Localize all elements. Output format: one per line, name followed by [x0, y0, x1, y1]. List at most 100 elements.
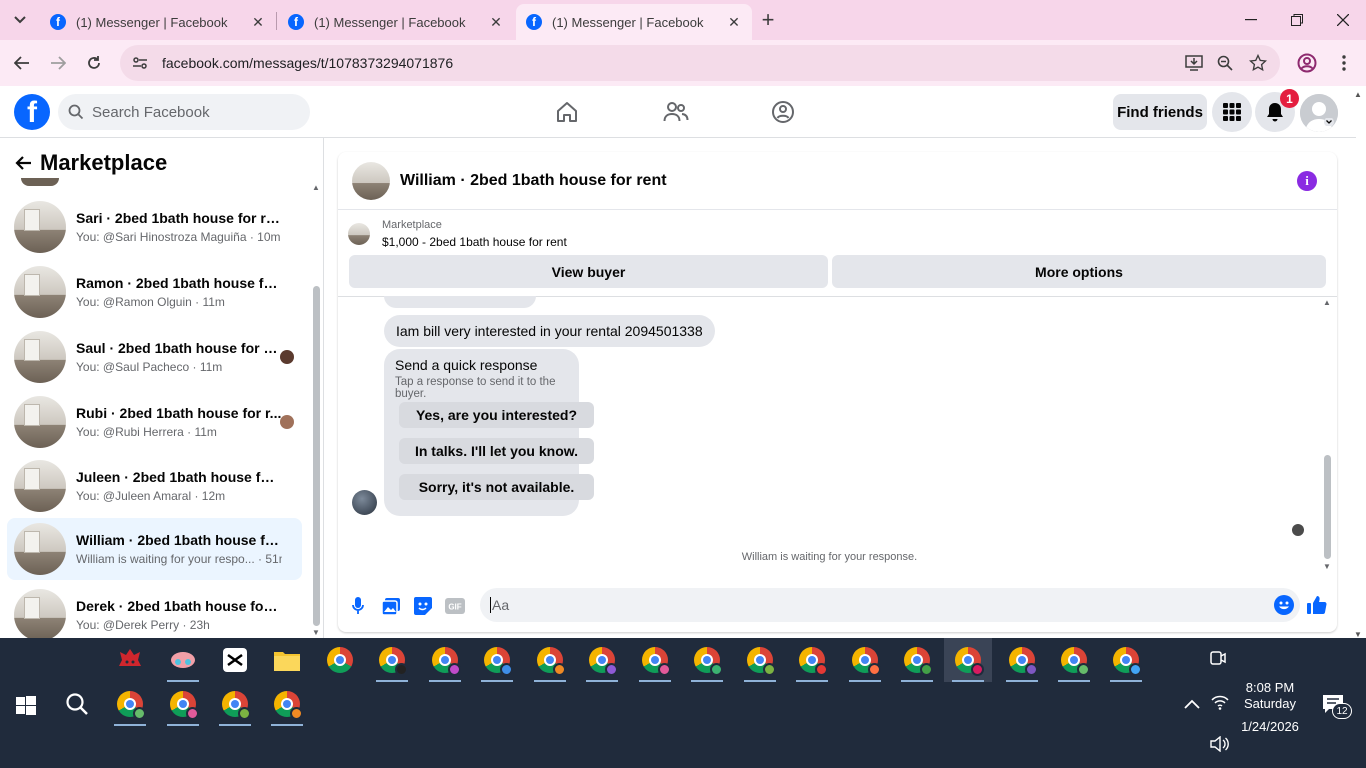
taskbar-chrome-profile[interactable] [683, 638, 731, 682]
taskbar-chrome-profile[interactable] [788, 638, 836, 682]
taskbar-search-button[interactable] [53, 682, 101, 726]
sender-avatar[interactable] [352, 490, 377, 515]
taskbar-chrome-profile[interactable] [421, 638, 469, 682]
browser-tab-3-active[interactable]: f (1) Messenger | Facebook ✕ [516, 4, 752, 40]
taskbar-chrome-profile-active[interactable] [944, 638, 992, 682]
volume-icon[interactable] [1210, 735, 1230, 757]
chrome-menu-button[interactable] [1332, 51, 1356, 75]
chat-listing-avatar[interactable] [352, 161, 390, 200]
minimize-button[interactable] [1228, 6, 1274, 34]
search-input[interactable] [92, 103, 292, 121]
back-arrow-icon[interactable] [14, 155, 32, 171]
bookmark-star-icon[interactable] [1248, 53, 1268, 73]
taskbar-app-capcut[interactable] [211, 638, 259, 682]
taskbar-chrome-profile[interactable] [106, 682, 154, 726]
taskbar-chrome-profile[interactable] [578, 638, 626, 682]
facebook-logo-icon[interactable]: f [14, 94, 50, 130]
zoom-icon[interactable] [1215, 53, 1235, 73]
conversation-item[interactable]: Saul · 2bed 1bath house for re... You: @… [7, 326, 302, 388]
quick-reply-not-available[interactable]: Sorry, it's not available. [399, 474, 594, 500]
close-tab-icon[interactable]: ✕ [250, 14, 266, 30]
scroll-up-arrow[interactable]: ▲ [312, 183, 320, 192]
info-icon[interactable]: i [1297, 171, 1317, 191]
gif-button[interactable]: GIF [445, 596, 465, 616]
taskbar-chrome-profile[interactable] [998, 638, 1046, 682]
scrollbar-thumb[interactable] [1324, 455, 1331, 559]
start-button[interactable] [10, 690, 42, 722]
message-input-box[interactable] [480, 588, 1300, 622]
meet-now-icon[interactable] [1208, 648, 1228, 673]
tab-search-dropdown[interactable] [6, 8, 34, 32]
close-tab-icon[interactable]: ✕ [488, 14, 504, 30]
sidebar-scrollbar[interactable]: ▲ ▼ [312, 183, 320, 637]
taskbar-chrome-profile[interactable] [473, 638, 521, 682]
groups-nav[interactable] [769, 98, 797, 126]
taskbar-chrome-profile[interactable] [841, 638, 889, 682]
view-buyer-button[interactable]: View buyer [349, 255, 828, 288]
home-nav[interactable] [553, 98, 581, 126]
taskbar-chrome-profile[interactable] [263, 682, 311, 726]
back-button[interactable] [10, 51, 34, 75]
conversation-item[interactable]: Derek · 2bed 1bath house for rent You: @… [7, 584, 302, 638]
conversation-item[interactable]: Ramon · 2bed 1bath house for r... You: @… [7, 261, 302, 323]
browser-tab-1[interactable]: f (1) Messenger | Facebook ✕ [40, 4, 276, 40]
conversation-item[interactable]: Rubi · 2bed 1bath house for r... You: @R… [7, 391, 302, 453]
scroll-down-arrow[interactable]: ▼ [312, 628, 320, 637]
taskbar-chrome-profile[interactable] [368, 638, 416, 682]
sticker-button[interactable] [413, 596, 433, 616]
find-friends-button[interactable]: Find friends [1113, 94, 1207, 130]
taskbar-chrome-profile[interactable] [631, 638, 679, 682]
scroll-down-arrow[interactable]: ▼ [1323, 562, 1331, 571]
close-window-button[interactable] [1320, 6, 1366, 34]
taskbar-chrome-profile[interactable] [736, 638, 784, 682]
taskbar-chrome-profile[interactable] [1050, 638, 1098, 682]
new-tab-button[interactable]: + [756, 7, 780, 32]
clock-date[interactable]: 1/24/2026 [1236, 719, 1304, 734]
taskbar-chrome-profile[interactable] [526, 638, 574, 682]
quick-reply-interested[interactable]: Yes, are you interested? [399, 402, 594, 428]
close-tab-icon[interactable]: ✕ [726, 14, 742, 30]
scroll-up-arrow[interactable]: ▲ [1323, 298, 1331, 307]
show-hidden-icons-button[interactable] [1184, 696, 1200, 714]
taskbar-app-snipping[interactable] [159, 638, 207, 682]
attach-photo-button[interactable] [381, 596, 401, 616]
notification-center-button[interactable]: 12 [1322, 694, 1352, 720]
address-bar[interactable]: facebook.com/messages/t/1078373294071876 [120, 45, 1280, 81]
clock-day[interactable]: Saturday [1236, 696, 1304, 711]
clock-time[interactable]: 8:08 PM [1236, 680, 1304, 695]
forward-button[interactable] [46, 51, 70, 75]
conversation-item-selected[interactable]: William · 2bed 1bath house for r... Will… [7, 518, 302, 580]
taskbar-app-file-explorer[interactable] [263, 638, 311, 682]
chat-scrollbar[interactable]: ▲ ▼ [1322, 298, 1332, 572]
message-input[interactable] [490, 597, 1250, 613]
install-app-icon[interactable] [1184, 53, 1204, 73]
facebook-search[interactable] [58, 94, 310, 130]
reload-button[interactable] [82, 51, 106, 75]
more-options-button[interactable]: More options [832, 255, 1326, 288]
conversation-item[interactable]: Juleen · 2bed 1bath house for rent You: … [7, 455, 302, 517]
account-chevron-icon[interactable] [1324, 118, 1334, 126]
taskbar-chrome-profile[interactable] [159, 682, 207, 726]
taskbar-chrome-profile[interactable] [211, 682, 259, 726]
taskbar-app-chrome[interactable] [316, 638, 364, 682]
like-button[interactable] [1306, 594, 1328, 616]
scrollbar-thumb[interactable] [313, 286, 320, 626]
listing-summary[interactable]: Marketplace $1,000 - 2bed 1bath house fo… [348, 216, 567, 252]
taskbar-chrome-profile[interactable] [893, 638, 941, 682]
chat-title[interactable]: William · 2bed 1bath house for rent [400, 172, 667, 190]
menu-button[interactable] [1212, 92, 1252, 132]
browser-tab-2[interactable]: f (1) Messenger | Facebook ✕ [278, 4, 514, 40]
page-scroll-up-arrow[interactable]: ▲ [1354, 90, 1364, 99]
site-settings-icon[interactable] [132, 55, 148, 71]
voice-clip-button[interactable] [348, 596, 368, 616]
chrome-profile-button[interactable] [1295, 51, 1319, 75]
friends-nav[interactable] [662, 98, 690, 126]
conversation-item[interactable]: Sari · 2bed 1bath house for rent You: @S… [7, 196, 302, 258]
taskbar-chrome-profile[interactable] [1102, 638, 1150, 682]
network-icon[interactable] [1210, 694, 1230, 715]
quick-reply-in-talks[interactable]: In talks. I'll let you know. [399, 438, 594, 464]
emoji-icon[interactable] [1274, 595, 1294, 615]
account-avatar[interactable] [1300, 94, 1338, 132]
taskbar-app-antivirus[interactable] [106, 638, 154, 682]
restore-button[interactable] [1274, 6, 1320, 34]
